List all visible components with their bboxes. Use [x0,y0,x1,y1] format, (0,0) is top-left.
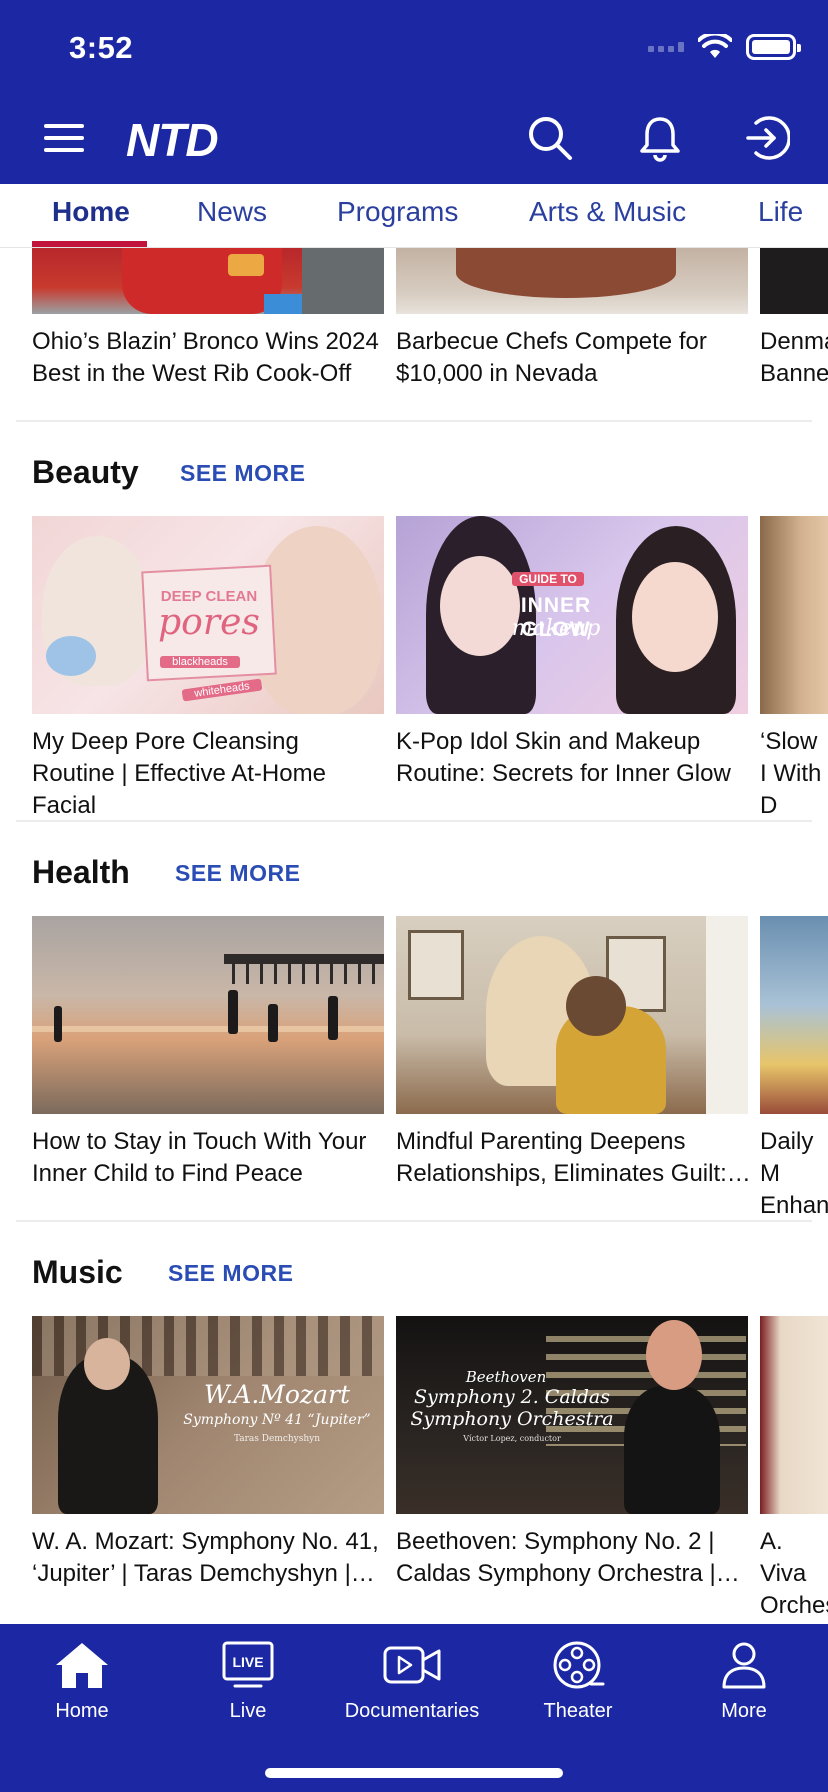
thumbnail-overlay-text: GUIDE TO [512,572,584,586]
see-more-beauty-button[interactable]: SEE MORE [180,460,305,487]
nav-theater[interactable]: Theater [508,1640,648,1723]
nav-theater-label: Theater [543,1700,613,1722]
section-title-health: Health [32,854,130,890]
video-title[interactable]: Ohio’s Blazin’ Bronco Wins 2024 Best in … [32,326,388,390]
thumbnail-overlay-text: Víctor Lopez, conductor [463,1434,561,1443]
thumbnail-overlay-text: Taras Demchyshyn [233,1434,321,1444]
video-title[interactable]: K-Pop Idol Skin and Makeup Routine: Secr… [396,726,752,790]
home-feed[interactable]: Ohio’s Blazin’ Bronco Wins 2024 Best in … [0,248,828,1624]
thumbnail-overlay-text: pores [158,602,260,643]
thumbnail-overlay-text: Symphony Orchestra [410,1408,614,1430]
status-time: 3:52 [69,30,134,65]
video-title[interactable]: Beethoven: Symphony No. 2 | Caldas Symph… [396,1526,752,1590]
status-icons [648,34,801,60]
home-icon [56,1643,108,1688]
tab-life[interactable]: Life [758,196,803,228]
section-title-beauty: Beauty [32,454,139,490]
thumbnail-overlay-text: blackheads [160,656,240,668]
nav-documentaries[interactable]: Documentaries [342,1640,482,1723]
see-more-music-button[interactable]: SEE MORE [168,1260,293,1287]
video-thumbnail[interactable] [760,516,828,714]
video-title[interactable]: How to Stay in Touch With Your Inner Chi… [32,1126,388,1190]
tab-home[interactable]: Home [52,196,130,228]
video-title[interactable]: W. A. Mozart: Symphony No. 41, ‘Jupiter’… [32,1526,388,1590]
thumbnail-overlay-text: Symphony 2. Caldas [414,1386,610,1408]
video-title[interactable]: My Deep Pore Cleansing Routine | Effecti… [32,726,388,822]
film-reel-icon [553,1641,605,1689]
nav-live[interactable]: LIVE Live [178,1640,318,1723]
thumbnail-overlay-text: makeup [511,616,601,641]
search-icon[interactable] [526,114,574,162]
video-title[interactable]: Denma Banne [760,326,828,390]
thumbnail-overlay-text: whiteheads [181,678,263,702]
sign-in-icon[interactable] [742,114,790,162]
section-title-music: Music [32,1254,123,1290]
video-camera-icon [383,1646,441,1684]
thumbnail-overlay-text: W.A.Mozart [204,1380,350,1409]
bell-icon[interactable] [636,114,684,162]
bottom-navigation: Home LIVE Live Documentaries Theater Mor… [0,1624,828,1792]
tab-news[interactable]: News [197,196,267,228]
section-divider [16,820,812,822]
video-title[interactable]: Daily M Enhanc [760,1126,828,1222]
video-thumbnail[interactable]: DEEP CLEAN pores blackheads whiteheads [32,516,384,714]
signal-icon [648,42,684,52]
ntd-logo[interactable]: NTD [126,113,219,167]
thumbnail-overlay-text: Symphony Nº 41 “Jupiter” [183,1412,371,1428]
video-thumbnail[interactable] [32,248,384,314]
home-indicator[interactable] [265,1768,563,1778]
category-tabs: Home News Programs Arts & Music Life [0,184,828,248]
person-icon [722,1642,766,1689]
video-thumbnail[interactable] [760,916,828,1114]
video-thumbnail[interactable] [760,248,828,314]
video-title[interactable]: Barbecue Chefs Compete for $10,000 in Ne… [396,326,752,390]
nav-home-label: Home [55,1700,109,1722]
menu-icon[interactable] [44,124,84,152]
live-icon: LIVE [222,1641,274,1688]
tab-arts-music[interactable]: Arts & Music [529,196,686,228]
video-thumbnail[interactable] [32,916,384,1114]
video-thumbnail[interactable]: GUIDE TO INNER GLOW makeup [396,516,748,714]
nav-more-label: More [721,1700,767,1722]
tab-programs[interactable]: Programs [337,196,458,228]
video-title[interactable]: A. Viva Orches [760,1526,828,1622]
video-title[interactable]: ‘Slow I With D [760,726,828,822]
section-divider [16,420,812,422]
wifi-icon [698,34,732,58]
video-thumbnail[interactable]: W.A.Mozart Symphony Nº 41 “Jupiter” Tara… [32,1316,384,1514]
see-more-health-button[interactable]: SEE MORE [175,860,300,887]
nav-live-label: Live [229,1700,267,1722]
video-thumbnail[interactable]: Beethoven Symphony 2. Caldas Symphony Or… [396,1316,748,1514]
thumbnail-overlay-text: Beethoven [465,1368,547,1386]
video-thumbnail[interactable] [760,1316,828,1514]
nav-home[interactable]: Home [12,1640,152,1723]
battery-icon [746,34,801,60]
nav-more[interactable]: More [674,1640,814,1723]
video-thumbnail[interactable] [396,248,748,314]
video-title[interactable]: Mindful Parenting Deepens Relationships,… [396,1126,752,1190]
active-tab-indicator [32,241,147,247]
video-thumbnail[interactable] [396,916,748,1114]
nav-documentaries-label: Documentaries [344,1700,480,1722]
top-bar: 3:52 NTD [0,0,828,184]
section-divider [16,1220,812,1222]
live-badge: LIVE [232,1654,263,1670]
